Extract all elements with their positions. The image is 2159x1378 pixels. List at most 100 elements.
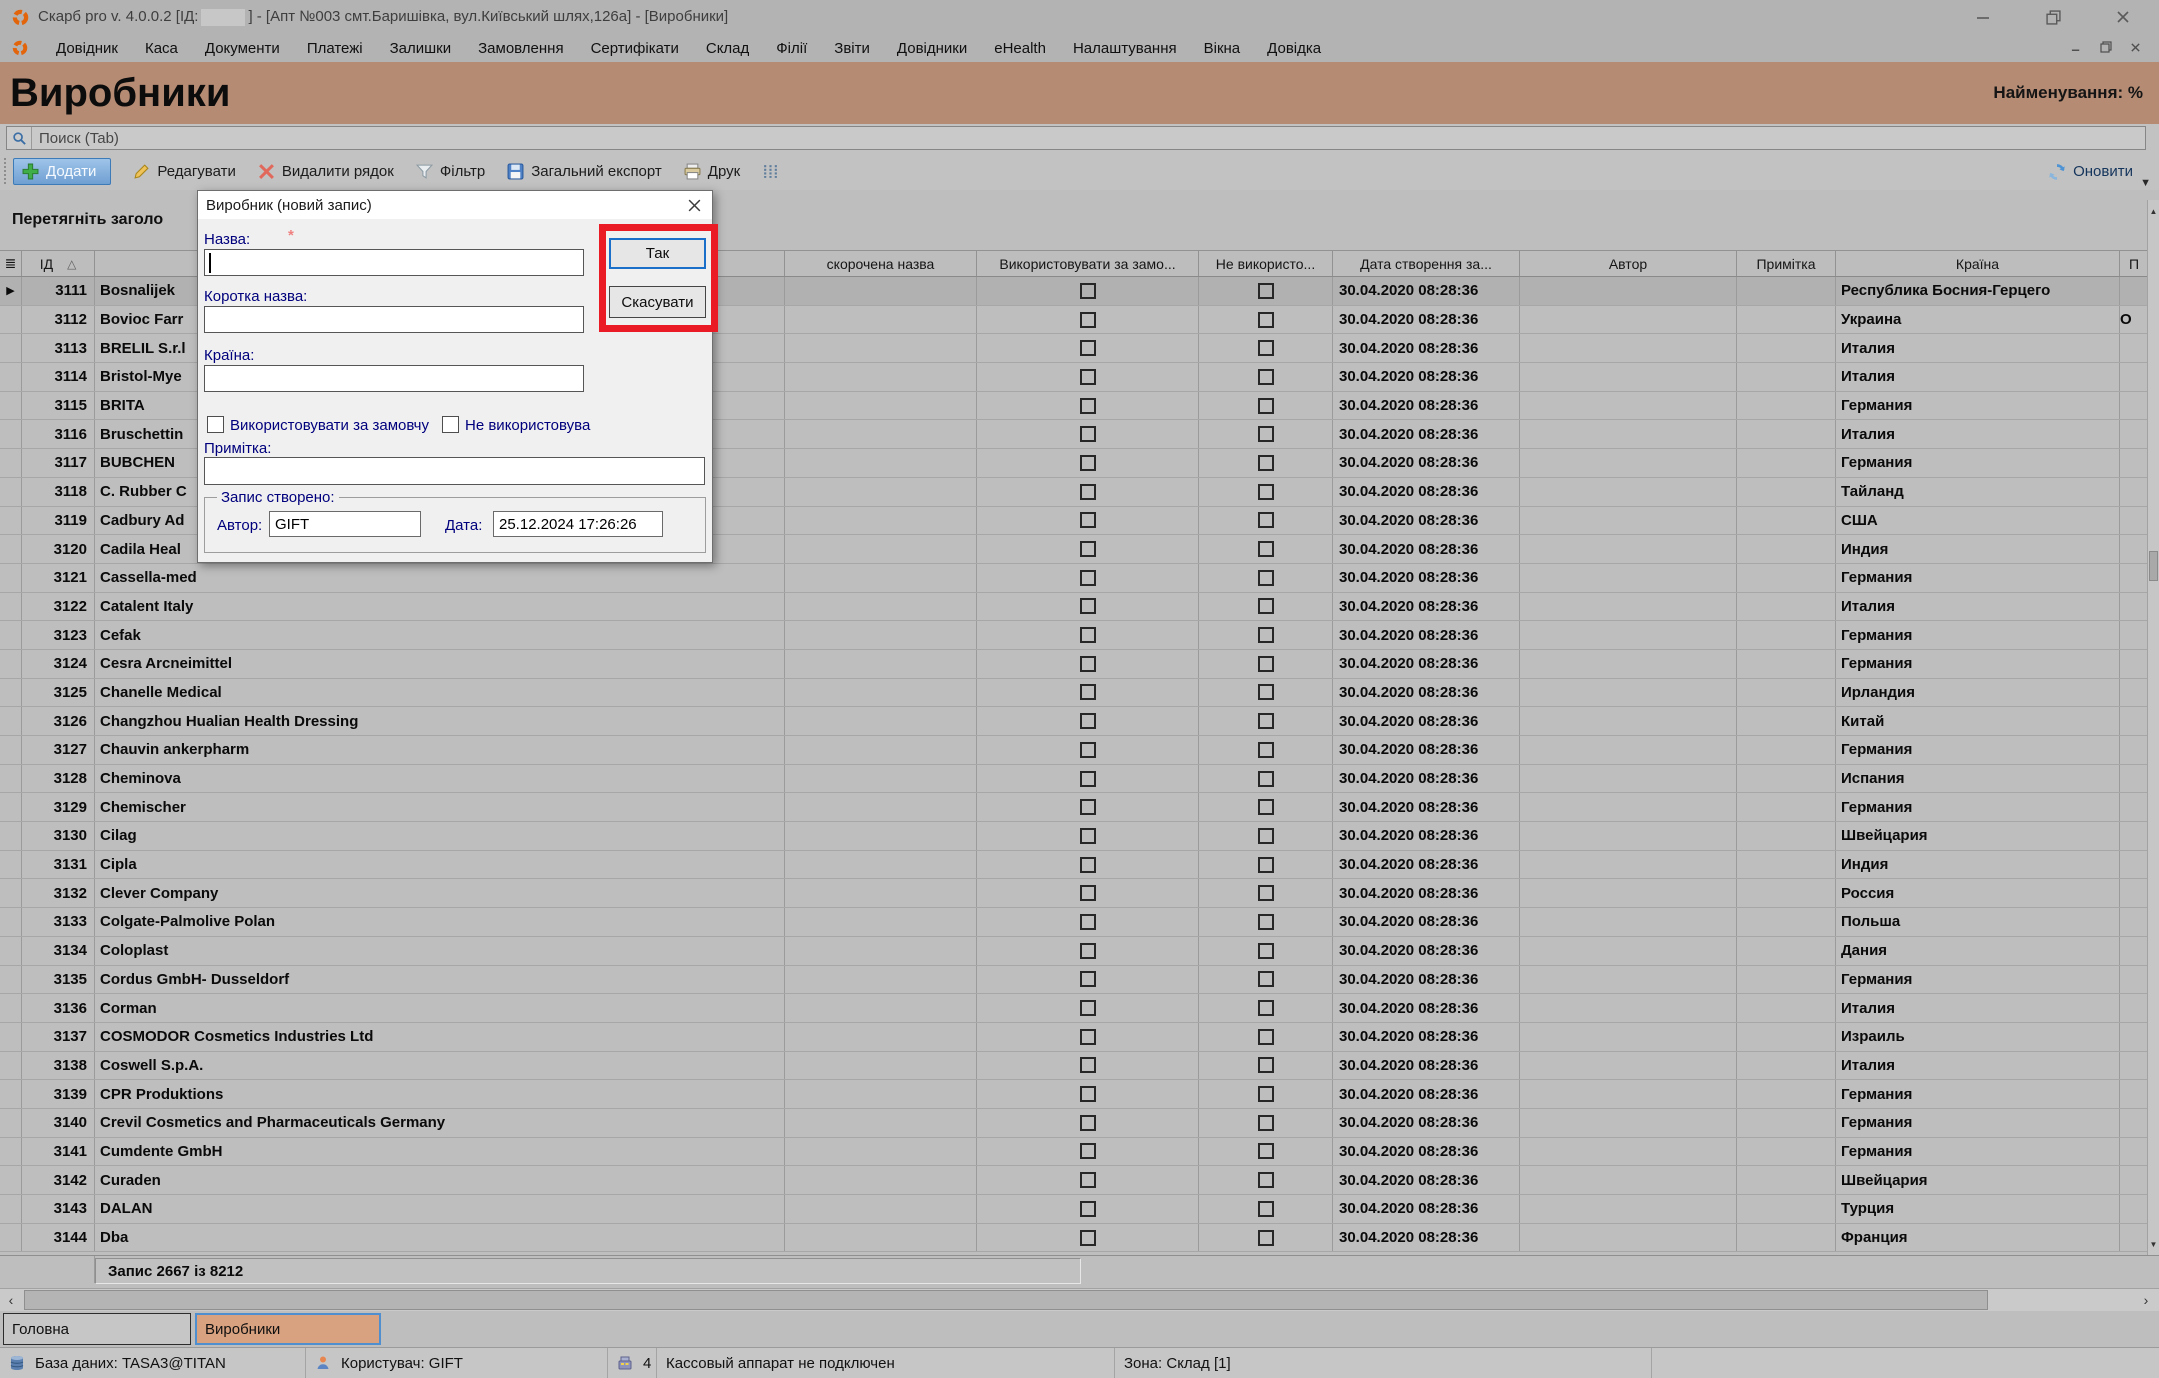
- delete-row-button[interactable]: Видалити рядок: [258, 163, 394, 180]
- not-use-row-checkbox[interactable]: [1258, 398, 1274, 414]
- country-field[interactable]: [204, 365, 584, 392]
- menu-item-14[interactable]: Вікна: [1204, 40, 1241, 57]
- not-use-row-checkbox[interactable]: [1258, 771, 1274, 787]
- menu-item-10[interactable]: Звіти: [834, 40, 870, 57]
- not-use-row-checkbox[interactable]: [1258, 484, 1274, 500]
- restore-icon[interactable]: [2045, 9, 2061, 25]
- mdi-restore-icon[interactable]: [2100, 40, 2112, 57]
- export-button[interactable]: Загальний експорт: [507, 163, 662, 180]
- menu-item-15[interactable]: Довідка: [1267, 40, 1321, 57]
- use-default-row-checkbox[interactable]: [1080, 627, 1096, 643]
- use-default-row-checkbox[interactable]: [1080, 914, 1096, 930]
- menu-item-12[interactable]: eHealth: [994, 40, 1046, 57]
- use-default-row-checkbox[interactable]: [1080, 1029, 1096, 1045]
- column-header-3[interactable]: скорочена назва: [785, 251, 977, 276]
- menu-item-2[interactable]: Каса: [145, 40, 178, 57]
- date-field[interactable]: 25.12.2024 17:26:26: [493, 511, 663, 537]
- not-use-row-checkbox[interactable]: [1258, 914, 1274, 930]
- use-default-row-checkbox[interactable]: [1080, 943, 1096, 959]
- mdi-minimize-icon[interactable]: [2071, 40, 2082, 57]
- dialog-close-icon[interactable]: [676, 191, 712, 219]
- use-default-row-checkbox[interactable]: [1080, 1115, 1096, 1131]
- use-default-row-checkbox[interactable]: [1080, 885, 1096, 901]
- table-row[interactable]: 3121Cassella-med30.04.2020 08:28:36Герма…: [0, 564, 2148, 593]
- use-default-row-checkbox[interactable]: [1080, 484, 1096, 500]
- not-use-row-checkbox[interactable]: [1258, 857, 1274, 873]
- use-default-row-checkbox[interactable]: [1080, 455, 1096, 471]
- table-row[interactable]: 3140Crevil Cosmetics and Pharmaceuticals…: [0, 1109, 2148, 1138]
- table-row[interactable]: 3131Cipla30.04.2020 08:28:36Индия: [0, 851, 2148, 880]
- search-input[interactable]: Поиск (Tab): [6, 126, 2146, 150]
- table-row[interactable]: 3134Coloplast30.04.2020 08:28:36Дания: [0, 937, 2148, 966]
- not-use-row-checkbox[interactable]: [1258, 1057, 1274, 1073]
- table-row[interactable]: 3124Cesra Arcneimittel30.04.2020 08:28:3…: [0, 650, 2148, 679]
- tab-manufacturers[interactable]: Виробники: [195, 1313, 381, 1345]
- menu-item-6[interactable]: Замовлення: [478, 40, 563, 57]
- not-use-row-checkbox[interactable]: [1258, 512, 1274, 528]
- table-row[interactable]: 3127Chauvin ankerpharm30.04.2020 08:28:3…: [0, 736, 2148, 765]
- column-header-8[interactable]: Примітка: [1737, 251, 1836, 276]
- menu-item-1[interactable]: Довідник: [56, 40, 118, 57]
- table-row[interactable]: 3143DALAN30.04.2020 08:28:36Турция: [0, 1195, 2148, 1224]
- not-use-row-checkbox[interactable]: [1258, 627, 1274, 643]
- mdi-close-icon[interactable]: [2130, 40, 2141, 57]
- close-icon[interactable]: [2115, 9, 2131, 25]
- table-row[interactable]: 3144Dba30.04.2020 08:28:36Франция: [0, 1224, 2148, 1253]
- use-default-row-checkbox[interactable]: [1080, 340, 1096, 356]
- add-button[interactable]: Додати: [13, 158, 111, 185]
- not-use-row-checkbox[interactable]: [1258, 1230, 1274, 1246]
- table-row[interactable]: 3130Cilag30.04.2020 08:28:36Швейцария: [0, 822, 2148, 851]
- use-default-row-checkbox[interactable]: [1080, 570, 1096, 586]
- use-default-row-checkbox[interactable]: [1080, 713, 1096, 729]
- use-default-row-checkbox[interactable]: [1080, 426, 1096, 442]
- column-header-9[interactable]: Країна: [1836, 251, 2120, 276]
- table-row[interactable]: 3122Catalent Italy30.04.2020 08:28:36Ита…: [0, 593, 2148, 622]
- column-header-6[interactable]: Дата створення за...: [1333, 251, 1520, 276]
- use-default-row-checkbox[interactable]: [1080, 656, 1096, 672]
- refresh-button[interactable]: Оновити: [2048, 163, 2133, 180]
- not-use-row-checkbox[interactable]: [1258, 656, 1274, 672]
- minimize-icon[interactable]: [1975, 9, 1991, 25]
- use-default-row-checkbox[interactable]: [1080, 1086, 1096, 1102]
- vertical-scrollbar[interactable]: ▲ ▼: [2147, 200, 2159, 1255]
- not-use-row-checkbox[interactable]: [1258, 713, 1274, 729]
- table-row[interactable]: 3137COSMODOR Cosmetics Industries Ltd30.…: [0, 1023, 2148, 1052]
- not-use-row-checkbox[interactable]: [1258, 369, 1274, 385]
- use-default-row-checkbox[interactable]: [1080, 598, 1096, 614]
- tab-home[interactable]: Головна: [3, 1313, 191, 1345]
- menu-item-13[interactable]: Налаштування: [1073, 40, 1177, 57]
- not-use-row-checkbox[interactable]: [1258, 455, 1274, 471]
- table-row[interactable]: 3138Coswell S.p.A.30.04.2020 08:28:36Ита…: [0, 1052, 2148, 1081]
- table-row[interactable]: 3133Colgate-Palmolive Polan30.04.2020 08…: [0, 908, 2148, 937]
- column-header-5[interactable]: Не використо...: [1199, 251, 1333, 276]
- not-use-row-checkbox[interactable]: [1258, 340, 1274, 356]
- not-use-row-checkbox[interactable]: [1258, 828, 1274, 844]
- not-use-row-checkbox[interactable]: [1258, 570, 1274, 586]
- table-row[interactable]: 3139CPR Produktions30.04.2020 08:28:36Ге…: [0, 1080, 2148, 1109]
- not-use-row-checkbox[interactable]: [1258, 885, 1274, 901]
- not-use-row-checkbox[interactable]: [1258, 971, 1274, 987]
- use-default-row-checkbox[interactable]: [1080, 1230, 1096, 1246]
- use-default-checkbox[interactable]: [207, 416, 224, 433]
- use-default-row-checkbox[interactable]: [1080, 1172, 1096, 1188]
- ok-button[interactable]: Так: [609, 238, 706, 269]
- not-use-row-checkbox[interactable]: [1258, 598, 1274, 614]
- column-header-7[interactable]: Автор: [1520, 251, 1737, 276]
- not-use-row-checkbox[interactable]: [1258, 1143, 1274, 1159]
- column-header-1[interactable]: ІД△: [22, 251, 95, 276]
- menu-item-4[interactable]: Платежі: [307, 40, 363, 57]
- not-use-row-checkbox[interactable]: [1258, 1115, 1274, 1131]
- horizontal-scroll-thumb[interactable]: [24, 1290, 1988, 1310]
- menu-item-8[interactable]: Склад: [706, 40, 749, 57]
- note-field[interactable]: [204, 457, 705, 485]
- use-default-row-checkbox[interactable]: [1080, 369, 1096, 385]
- scroll-up-icon[interactable]: ▲: [2148, 200, 2159, 222]
- table-row[interactable]: 3141Cumdente GmbH30.04.2020 08:28:36Герм…: [0, 1138, 2148, 1167]
- columns-button[interactable]: [762, 163, 779, 180]
- use-default-row-checkbox[interactable]: [1080, 283, 1096, 299]
- not-use-checkbox[interactable]: [442, 416, 459, 433]
- use-default-row-checkbox[interactable]: [1080, 828, 1096, 844]
- not-use-row-checkbox[interactable]: [1258, 1029, 1274, 1045]
- not-use-row-checkbox[interactable]: [1258, 742, 1274, 758]
- table-row[interactable]: 3135Cordus GmbH- Dusseldorf30.04.2020 08…: [0, 966, 2148, 995]
